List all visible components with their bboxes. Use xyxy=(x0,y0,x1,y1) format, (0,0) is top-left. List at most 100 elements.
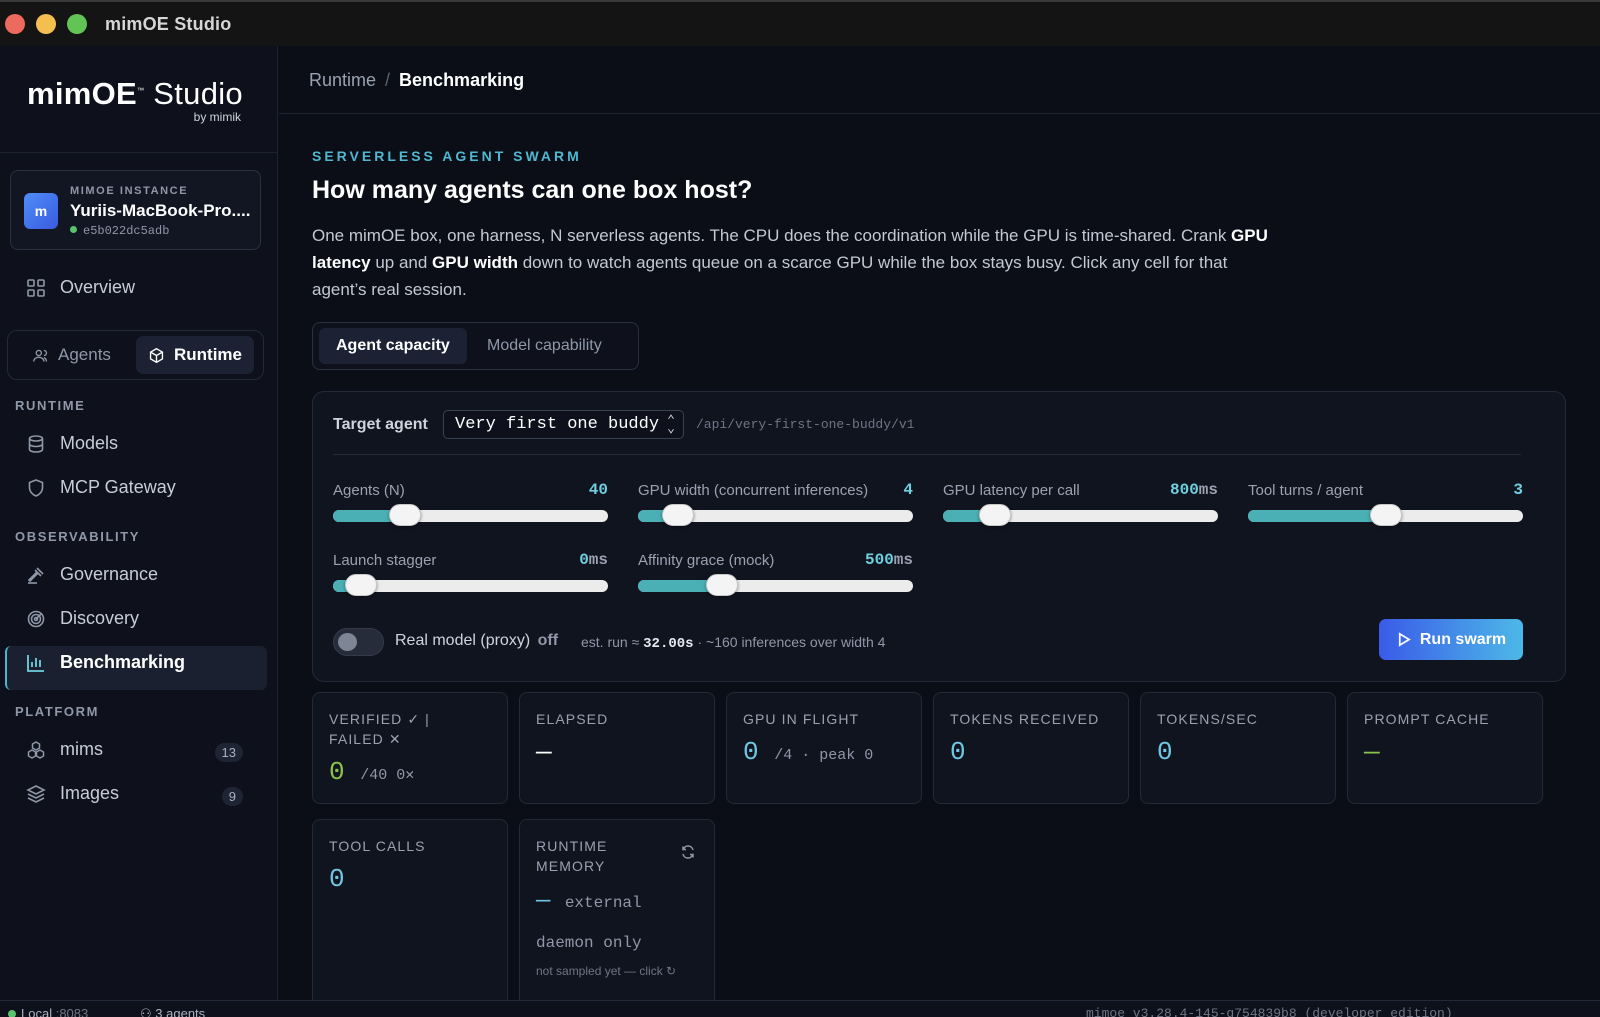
slider-gpu-width-value: 4 xyxy=(903,481,913,499)
run-swarm-button[interactable]: Run swarm xyxy=(1379,619,1523,660)
connection-status-dot xyxy=(8,1010,16,1017)
instance-avatar: m xyxy=(24,193,58,229)
slider-affinity-grace-value: 500ms xyxy=(864,551,913,569)
close-window-button[interactable] xyxy=(5,14,25,34)
sidebar-item-overview[interactable]: Overview xyxy=(26,277,135,298)
mode-tabs: Agent capacity Model capability xyxy=(312,322,639,370)
refresh-icon[interactable] xyxy=(680,844,696,860)
stat-tokens-received-value: 0 xyxy=(950,737,966,767)
slider-launch-stagger-value: 0ms xyxy=(579,551,608,569)
status-version: mimoe v3.28.4-145-g754839b8 (developer e… xyxy=(1086,1006,1453,1017)
instance-id: e5b022dc5adb xyxy=(70,224,169,238)
slider-gpu-width-thumb[interactable] xyxy=(662,504,695,526)
breadcrumb-bar: Runtime / Benchmarking xyxy=(279,46,1600,114)
database-icon xyxy=(28,434,44,453)
stat-runtime-memory-line2: daemon only xyxy=(536,934,642,952)
stat-tokens-sec: TOKENS/SEC 0 xyxy=(1140,692,1336,804)
slider-agents-thumb[interactable] xyxy=(388,504,421,526)
window-titlebar: mimOE Studio xyxy=(0,0,1600,46)
layers-icon xyxy=(26,784,46,803)
shield-icon xyxy=(28,478,44,497)
target-agent-select[interactable]: Very first one buddy ⌃ ⌄ xyxy=(443,410,684,439)
sidebar-item-images[interactable]: Images xyxy=(26,783,246,804)
breadcrumb: Runtime / Benchmarking xyxy=(309,70,525,90)
sidebar-item-benchmarking[interactable]: Benchmarking xyxy=(26,652,185,673)
section-label-platform: PLATFORM xyxy=(15,704,100,719)
tab-agent-capacity[interactable]: Agent capacity xyxy=(319,328,467,364)
boxes-icon xyxy=(27,740,45,759)
minimize-window-button[interactable] xyxy=(36,14,56,34)
section-label-observability: OBSERVABILITY xyxy=(15,529,141,544)
stat-verified-value: 0 /40 0✕ xyxy=(329,757,415,787)
instance-name: Yuriis-MacBook-Pro.... xyxy=(70,201,251,220)
grid-icon xyxy=(27,278,45,297)
online-status-dot xyxy=(70,226,77,233)
target-agent-path: /api/very-first-one-buddy/v1 xyxy=(696,417,915,432)
stat-prompt-cache: PROMPT CACHE — xyxy=(1347,692,1543,804)
stat-gpu-in-flight-value: 0 /4 · peak 0 xyxy=(743,737,874,767)
stat-runtime-memory-note[interactable]: not sampled yet — click ↻ xyxy=(536,964,676,978)
slider-affinity-grace-thumb[interactable] xyxy=(706,574,739,596)
stat-tool-calls: TOOL CALLS 0 xyxy=(312,819,508,1000)
cube-icon xyxy=(149,347,164,363)
mims-count-badge: 13 xyxy=(214,743,243,762)
slider-gpu-latency-value: 800ms xyxy=(1169,481,1218,499)
sidebar-item-governance[interactable]: Governance xyxy=(26,564,158,585)
stat-tokens-received: TOKENS RECEIVED 0 xyxy=(933,692,1129,804)
toggle-state: off xyxy=(537,632,559,649)
page-description: One mimOE box, one harness, N serverless… xyxy=(312,226,1268,299)
sidebar-item-discovery[interactable]: Discovery xyxy=(26,608,139,629)
stat-tool-calls-value: 0 xyxy=(329,864,345,894)
users-icon xyxy=(33,349,48,362)
images-count-badge: 9 xyxy=(221,787,243,806)
radar-icon xyxy=(27,610,45,627)
stat-gpu-in-flight: GPU IN FLIGHT 0 /4 · peak 0 xyxy=(726,692,922,804)
slider-launch-stagger-thumb[interactable] xyxy=(345,574,378,596)
segment-agents[interactable]: Agents xyxy=(20,336,123,374)
section-label-runtime: RUNTIME xyxy=(15,398,86,413)
real-model-toggle[interactable] xyxy=(333,628,384,656)
sidebar-item-models[interactable]: Models xyxy=(26,433,118,454)
maximize-window-button[interactable] xyxy=(67,14,87,34)
panel-divider xyxy=(333,454,1521,455)
stat-runtime-memory-value: — external xyxy=(536,888,642,915)
status-bar: Local :8083 ⚇ 3 agents mimoe v3.28.4-145… xyxy=(0,1000,1600,1017)
real-model-label: Real model (proxy) off xyxy=(395,632,559,649)
stat-elapsed-value: — xyxy=(536,737,552,767)
play-icon xyxy=(1398,632,1411,647)
slider-tool-turns-value: 3 xyxy=(1513,481,1523,499)
stat-elapsed: ELAPSED — xyxy=(519,692,715,804)
segment-runtime[interactable]: Runtime xyxy=(136,336,254,374)
sidebar-item-mcp-gateway[interactable]: MCP Gateway xyxy=(26,477,176,498)
slider-gpu-latency-thumb[interactable] xyxy=(979,504,1012,526)
window-title: mimOE Studio xyxy=(105,13,232,34)
sidebar: mimOE™ Studio by mimik m MIMOE INSTANCE … xyxy=(0,46,278,1000)
breadcrumb-current: Benchmarking xyxy=(399,70,525,90)
breadcrumb-runtime[interactable]: Runtime xyxy=(309,70,376,90)
target-agent-label: Target agent xyxy=(333,416,428,433)
chevron-updown-icon: ⌃ ⌄ xyxy=(667,413,675,436)
stat-tokens-sec-value: 0 xyxy=(1157,737,1173,767)
stat-prompt-cache-value: — xyxy=(1364,737,1380,767)
gavel-icon xyxy=(27,566,44,584)
status-local[interactable]: Local :8083 xyxy=(8,1006,88,1017)
section-eyebrow: SERVERLESS AGENT SWARM xyxy=(312,148,582,164)
slider-agents-value: 40 xyxy=(588,481,608,499)
tab-model-capability[interactable]: Model capability xyxy=(470,328,619,364)
bar-chart-icon xyxy=(27,654,44,672)
run-estimate: est. run ≈ 32.00s · ~160 inferences over… xyxy=(581,634,886,652)
status-agents[interactable]: ⚇ 3 agents xyxy=(140,1006,205,1017)
stat-runtime-memory: RUNTIME MEMORY — external daemon only no… xyxy=(519,819,715,1000)
sidebar-mode-switch: Agents Runtime xyxy=(7,330,264,380)
slider-tool-turns-fill xyxy=(1248,510,1386,522)
sidebar-item-mims[interactable]: mims xyxy=(26,739,246,760)
brand-area: mimOE™ Studio by mimik xyxy=(0,46,277,153)
slider-tool-turns-thumb[interactable] xyxy=(1369,504,1402,526)
toggle-knob xyxy=(338,633,357,651)
swarm-config-panel: Target agent Very first one buddy ⌃ ⌄ /ap… xyxy=(312,391,1566,682)
main-content: Runtime / Benchmarking SERVERLESS AGENT SW… xyxy=(279,46,1600,1000)
brand-byline: by mimik xyxy=(193,110,241,124)
instance-card[interactable]: m MIMOE INSTANCE Yuriis-MacBook-Pro.... … xyxy=(10,170,261,250)
brand-logo[interactable]: mimOE™ Studio xyxy=(27,76,243,112)
agents-icon: ⚇ xyxy=(140,1006,152,1017)
